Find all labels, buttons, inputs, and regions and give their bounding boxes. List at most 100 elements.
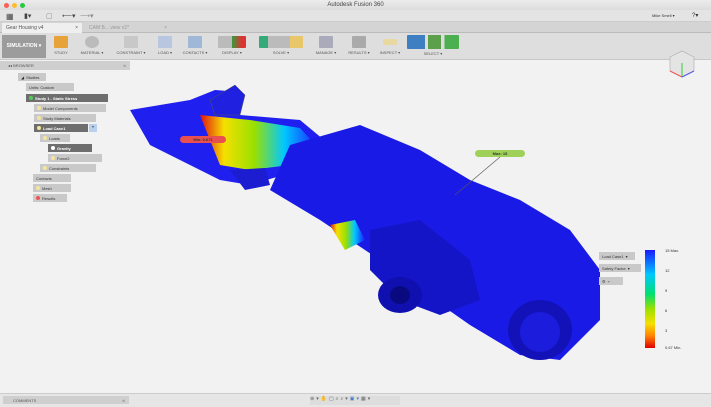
tab-label: Gear Housing v4 — [6, 25, 44, 31]
contacts-button[interactable]: CONTACTS ▾ — [178, 33, 212, 60]
tree-node-study-materials[interactable]: Study Materials — [34, 114, 96, 122]
grid-settings-icon[interactable]: ▦▾ — [361, 396, 372, 402]
tree-node-load-case1[interactable]: Load Case1 — [34, 124, 88, 132]
comments-panel[interactable]: COMMENTS ▪⁞ — [3, 396, 129, 404]
constraint-button[interactable]: CONSTRAINT ▾ — [110, 33, 152, 60]
tree-node-studies[interactable]: ◢ Studies — [18, 73, 46, 81]
visibility-bulb-icon[interactable] — [37, 106, 41, 110]
data-panel-grid-icon[interactable]: ▦ — [6, 12, 14, 21]
fit-icon[interactable]: ⌕▾ — [340, 396, 349, 402]
tree-node-results[interactable]: Results — [33, 194, 67, 202]
tree-node-study-1[interactable]: Study 1 - Static Stress — [26, 94, 108, 102]
visibility-bulb-icon[interactable] — [43, 136, 47, 140]
tab-gear-housing[interactable]: Gear Housing v4 × — [2, 23, 82, 33]
tree-node-model-components[interactable]: Model Components — [34, 104, 106, 112]
display-button[interactable]: DISPLAY ▾ — [214, 33, 250, 60]
tick-label: 12 — [665, 268, 670, 273]
tree-node-units[interactable]: Units: Custom — [26, 83, 74, 91]
tab-cam[interactable]: CAM B... view v2* × — [85, 23, 171, 33]
visibility-bulb-icon[interactable] — [43, 166, 47, 170]
tick-label: 6 — [665, 308, 668, 313]
label: LOAD — [157, 50, 169, 55]
tick-label: 15 Max. — [665, 248, 680, 253]
close-tab-icon[interactable]: × — [164, 25, 167, 31]
node-label: Studies — [26, 74, 40, 80]
document-tabs: Gear Housing v4 × CAM B... view v2* × — [0, 22, 711, 33]
tree-node-constraints[interactable]: Constraints — [40, 164, 96, 172]
tree-node-force2[interactable]: Force2 — [48, 154, 102, 162]
load-case-select[interactable]: Load Case1 ▾ — [599, 252, 635, 260]
close-tab-icon[interactable]: × — [75, 25, 78, 31]
display-settings-icon[interactable]: ▣▾ — [350, 396, 361, 402]
min-probe-label[interactable]: Min: 0.671 — [180, 136, 226, 143]
stress-model[interactable] — [0, 60, 711, 393]
max-probe-leader — [454, 156, 501, 196]
bottom-bar: COMMENTS ▪⁞ ⊕▾✋▢⌕⌕▾▣▾▦▾ — [0, 393, 711, 407]
manage-button[interactable]: MANAGE ▾ — [310, 33, 342, 60]
undo-icon[interactable]: ⟵▾ — [62, 12, 76, 20]
visibility-bulb-icon[interactable] — [37, 126, 41, 130]
study-button[interactable]: STUDY — [50, 33, 72, 60]
load-case-value: Load Case1 — [602, 253, 624, 259]
solve-button[interactable]: SOLVE ▾ — [254, 33, 308, 60]
color-scale-bar — [645, 250, 655, 348]
tab-label: CAM B... view v2* — [89, 25, 130, 31]
legend-settings[interactable]: ⚙ ⌁ — [599, 277, 623, 285]
visibility-bulb-icon[interactable] — [51, 156, 55, 160]
workspace-label: SIMULATION — [6, 43, 38, 49]
label: CONSTRAINT — [116, 50, 143, 55]
checkbox[interactable] — [51, 146, 55, 150]
user-menu[interactable]: Mike Smell ▾ — [652, 13, 675, 18]
label: INSPECT — [379, 50, 398, 55]
orbit-icon[interactable]: ⊕▾ — [310, 396, 321, 402]
node-label: Contacts — [36, 175, 52, 181]
node-label: Model Components — [43, 105, 78, 111]
node-label: Constraints — [49, 165, 70, 171]
load-button[interactable]: LOAD ▾ — [154, 33, 176, 60]
label: SOLVE — [272, 50, 286, 55]
tree-node-loads[interactable]: Loads — [40, 134, 70, 142]
visibility-bulb-icon[interactable] — [36, 186, 40, 190]
inspect-icon — [383, 39, 397, 45]
pin-icon[interactable]: ▪⁞ — [122, 398, 125, 403]
check-icon — [29, 96, 33, 100]
tree-node-mesh[interactable]: Mesh — [33, 184, 71, 192]
node-label: Study 1 - Static Stress — [35, 95, 78, 101]
results-button[interactable]: RESULTS ▾ — [344, 33, 374, 60]
label: CONTACTS — [182, 50, 205, 55]
node-label: Study Materials — [43, 115, 71, 121]
viewcube-icon[interactable] — [660, 45, 700, 85]
visibility-bulb-icon[interactable] — [37, 116, 41, 120]
help-icon[interactable]: ?▾ — [692, 12, 698, 19]
load-case-dropdown[interactable]: ▾ — [89, 124, 97, 132]
tree-node-contacts[interactable]: Contacts — [33, 174, 71, 182]
results-icon — [36, 196, 40, 200]
tree-node-gravity[interactable]: Gravity — [48, 144, 92, 152]
look-at-icon[interactable]: ▢ — [329, 396, 336, 402]
tick-label: 3 — [665, 328, 668, 333]
study-icon — [54, 36, 68, 48]
browser-title: BROWSER — [13, 63, 34, 68]
inspect-button[interactable]: INSPECT ▾ — [376, 33, 404, 60]
viewport-canvas[interactable]: Min: 0.671 Max: 15 — [0, 50, 711, 393]
select-button[interactable]: SELECT ▾ — [405, 33, 461, 60]
display-icon — [218, 36, 246, 48]
result-type-select[interactable]: Safety Factor ▾ — [599, 264, 641, 272]
node-label: Gravity — [57, 145, 71, 151]
tick-label: 0.67 Min. — [665, 345, 682, 350]
ribbon-toolbar: SIMULATION ▾ STUDY MATERIAL ▾ CONSTRAINT… — [0, 33, 711, 60]
redo-icon[interactable]: ⟶▾ — [80, 12, 94, 20]
pin-icon[interactable]: ▪⁞ — [123, 63, 126, 68]
workspace-switcher[interactable]: SIMULATION ▾ — [2, 35, 46, 58]
node-label: Force2 — [57, 155, 70, 161]
pan-icon[interactable]: ✋ — [321, 396, 329, 402]
file-menu-icon[interactable]: ▮▾ — [24, 12, 31, 20]
material-icon — [85, 36, 99, 48]
save-icon[interactable]: ▢ — [46, 12, 53, 20]
pin-icon[interactable]: ⌁ — [608, 279, 610, 284]
material-button[interactable]: MATERIAL ▾ — [76, 33, 108, 60]
contacts-icon — [188, 36, 202, 48]
expand-icon[interactable]: ◢ — [21, 75, 24, 80]
gear-icon[interactable]: ⚙ — [602, 279, 606, 284]
browser-panel-header[interactable]: ◂◂ BROWSER ▪⁞ — [0, 61, 130, 70]
